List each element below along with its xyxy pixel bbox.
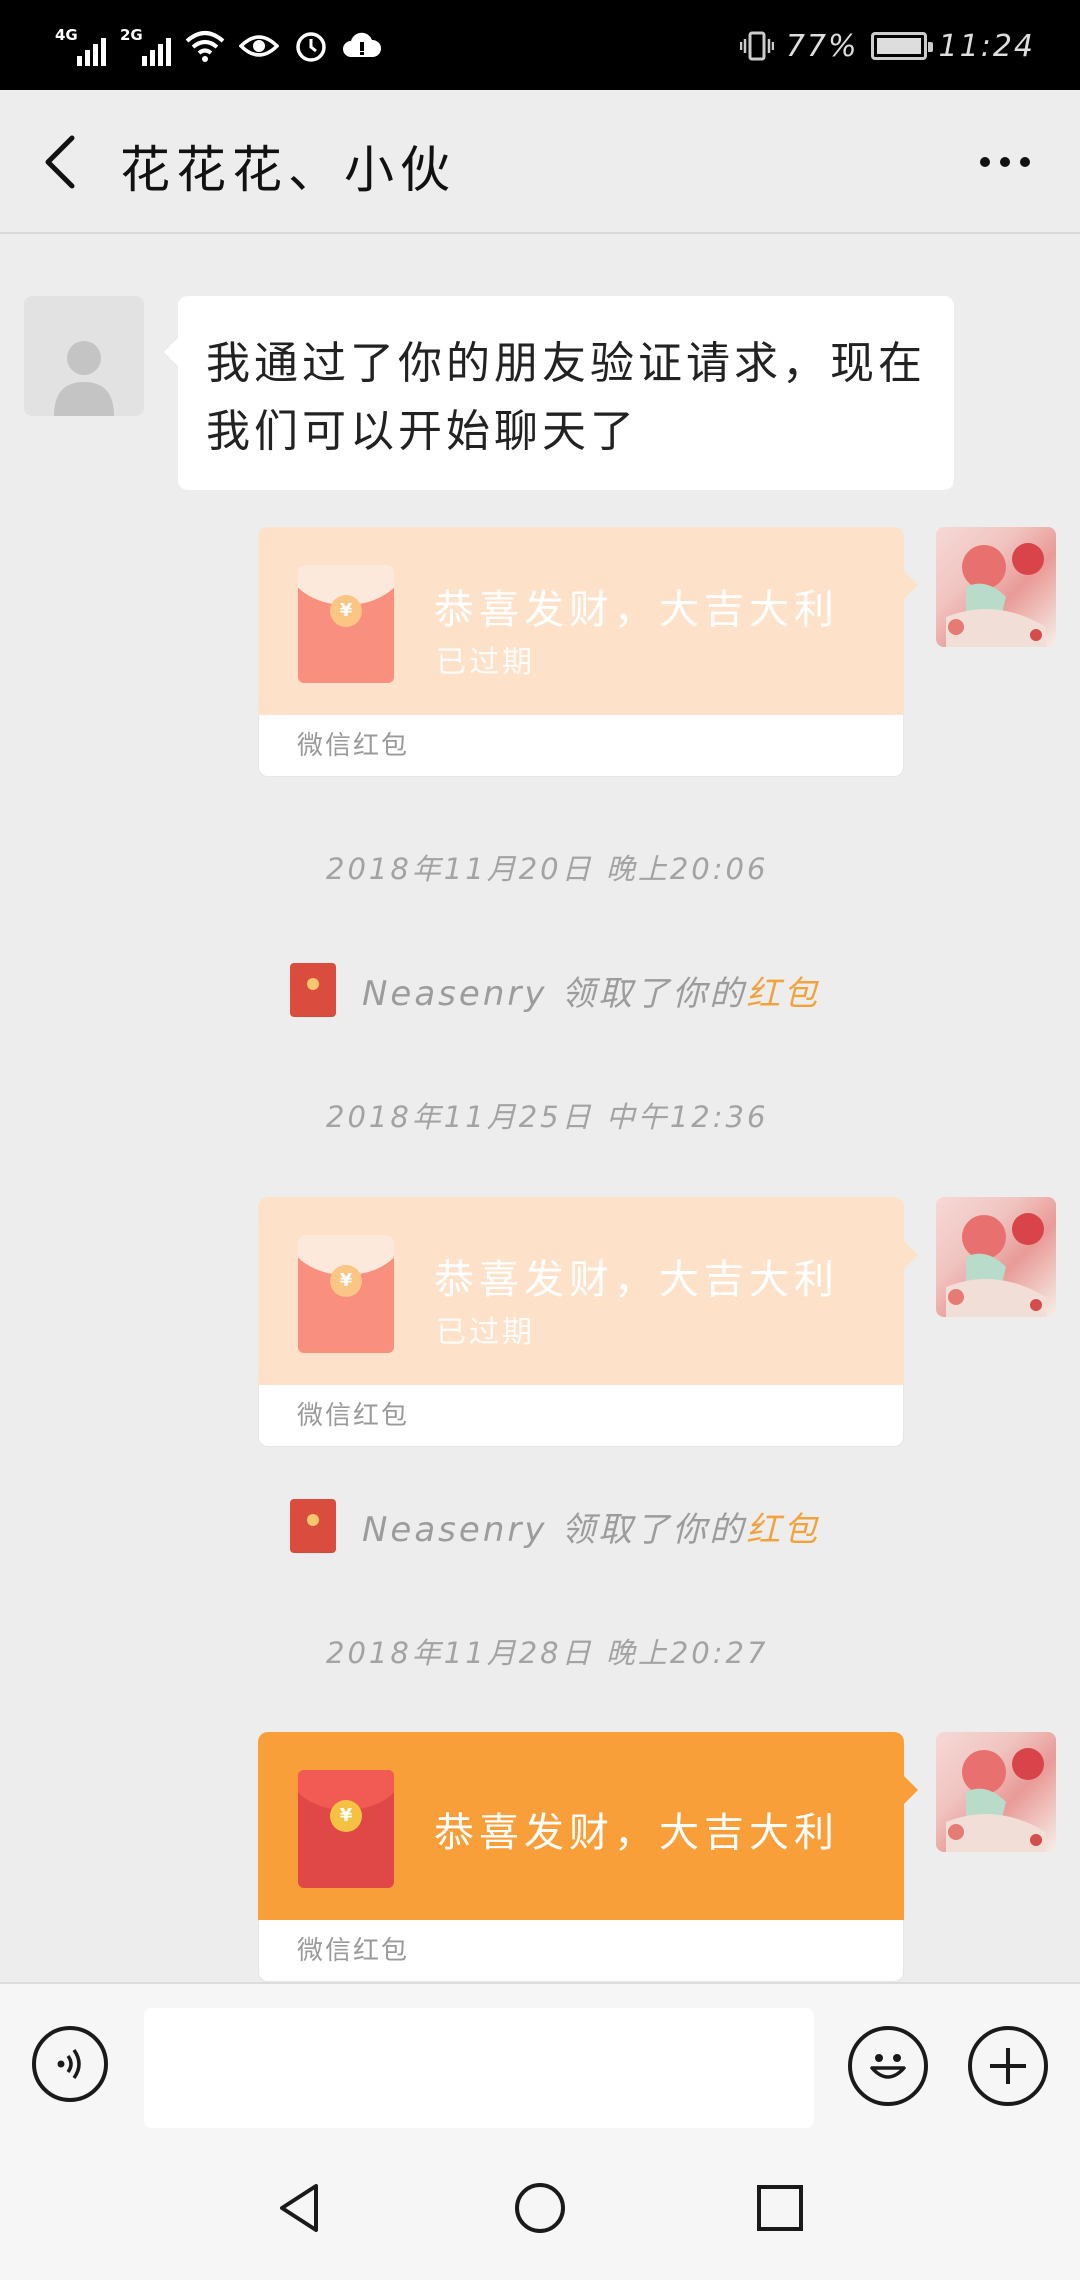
default-avatar-icon [54,341,114,416]
red-envelope-icon: ¥ [298,565,394,683]
plus-button[interactable] [968,2026,1048,2106]
timestamp: 2018年11月20日 晚上20:06 [326,852,769,886]
more-horizontal-icon [980,157,990,167]
red-envelope-icon: ¥ [298,1770,394,1888]
red-packet-link[interactable]: 红包 [746,1502,820,1551]
battery-percent: 77% [785,28,859,64]
red-envelope-icon: ¥ [298,1235,394,1353]
red-packet-link[interactable]: 红包 [746,966,820,1015]
emoji-button[interactable] [848,2026,928,2106]
clock: 11:24 [938,28,1035,64]
network-type-2: 2G [120,26,143,44]
anime-avatar-icon [946,1748,1046,1852]
message-input[interactable] [144,2008,814,2128]
red-packet-status: 已过期 [436,645,535,680]
system-note-text: Neasenry 领取了你的 [362,1509,747,1550]
red-packet-title: 恭喜发财，大吉大利 [434,1810,839,1856]
more-button[interactable] [960,132,1050,192]
status-bar: 4G 2G 77% 11:24 [0,0,1080,90]
red-envelope-small-icon [290,963,336,1017]
red-packet-footer: 微信红包 [258,1385,904,1447]
chat-title: 花花花、小伙 [120,141,456,199]
emoji-icon [870,2054,906,2079]
network-type: 4G [55,26,78,44]
alarm-icon [293,28,329,64]
friend-avatar[interactable] [24,296,144,416]
voice-icon [57,2048,81,2080]
nav-back-button[interactable] [260,2168,340,2248]
system-note: Neasenry 领取了你的 红包 [290,963,820,1017]
timestamp: 2018年11月25日 中午12:36 [326,1100,769,1134]
chat-header: 花花花、小伙 [0,90,1080,234]
timestamp: 2018年11月28日 晚上20:27 [326,1636,769,1670]
system-note-text: Neasenry 领取了你的 [362,973,747,1014]
wifi-icon [185,29,225,63]
vibrate-icon [739,29,774,63]
red-packet-footer: 微信红包 [258,1920,904,1982]
my-avatar[interactable] [936,527,1056,647]
red-packet-body: ¥ 恭喜发财，大吉大利 [258,1732,904,1920]
red-packet-title: 恭喜发财，大吉大利 [434,1257,839,1303]
input-bar [0,1982,1080,2130]
red-packet-footer: 微信红包 [258,715,904,777]
nav-home-button[interactable] [500,2168,580,2248]
red-packet-message[interactable]: ¥ 恭喜发财，大吉大利 微信红包 [258,1732,918,1982]
eye-icon [239,31,279,61]
anime-avatar-icon [946,543,1046,647]
red-packet-message[interactable]: ¥ 恭喜发财，大吉大利 已过期 微信红包 [258,1197,918,1447]
cloud-icon [343,31,381,61]
nav-recents-button[interactable] [740,2168,820,2248]
my-avatar[interactable] [936,1197,1056,1317]
plus-icon [990,2048,1026,2084]
red-packet-body: ¥ 恭喜发财，大吉大利 已过期 [258,527,904,715]
red-packet-title: 恭喜发财，大吉大利 [434,587,839,633]
system-note: Neasenry 领取了你的 红包 [290,1499,820,1553]
red-packet-body: ¥ 恭喜发财，大吉大利 已过期 [258,1197,904,1385]
my-avatar[interactable] [936,1732,1056,1852]
system-nav-bar [0,2130,1080,2280]
back-button[interactable] [30,126,90,198]
friend-text-message[interactable]: 我通过了你的朋友验证请求，现在我们可以开始聊天了 [164,296,954,490]
anime-avatar-icon [946,1213,1046,1317]
red-envelope-small-icon [290,1499,336,1553]
signal-icon-2: 2G [120,26,171,66]
red-packet-status: 已过期 [436,1315,535,1350]
battery-icon [870,32,933,60]
chevron-left-icon [45,135,75,189]
square-recents-icon [757,2185,803,2231]
triangle-back-icon [280,2184,318,2232]
voice-button[interactable] [32,2026,108,2102]
circle-home-icon [515,2183,565,2233]
signal-icon: 4G [55,26,106,66]
red-packet-message[interactable]: ¥ 恭喜发财，大吉大利 已过期 微信红包 [258,527,918,777]
